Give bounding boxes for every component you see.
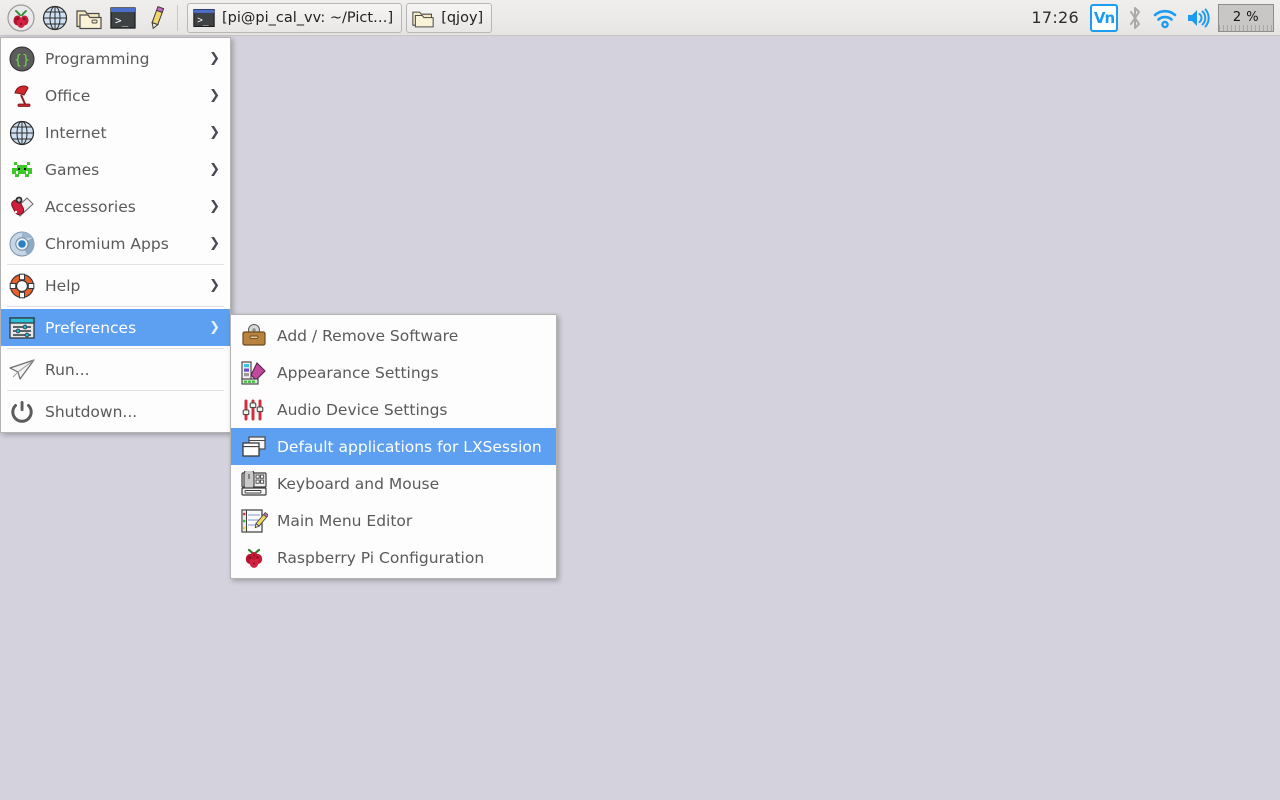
task-button-bar: >_ [pi@pi_cal_vv: ~/Pict…] [qjoy] bbox=[187, 3, 492, 33]
raspberry-icon bbox=[239, 543, 269, 573]
submenu-item-raspberry-pi-configuration[interactable]: Raspberry Pi Configuration bbox=[231, 539, 556, 576]
chevron-right-icon: ❯ bbox=[209, 278, 222, 293]
chevron-right-icon: ❯ bbox=[209, 199, 222, 214]
menu-item-label: Programming bbox=[45, 50, 149, 68]
menu-item-label: Office bbox=[45, 87, 90, 105]
submenu-item-label: Default applications for LXSession bbox=[277, 438, 542, 456]
menu-edit-icon bbox=[239, 506, 269, 536]
windows-icon bbox=[239, 432, 269, 462]
package-icon bbox=[239, 321, 269, 351]
task-button-label: [pi@pi_cal_vv: ~/Pict…] bbox=[222, 10, 393, 26]
svg-text:>_: >_ bbox=[115, 14, 129, 27]
menu-item-programming[interactable]: {} Programming ❯ bbox=[1, 40, 230, 77]
preferences-icon bbox=[7, 313, 37, 343]
vnc-icon[interactable]: Vn bbox=[1090, 4, 1118, 32]
main-menu: {} Programming ❯ Office ❯ Internet bbox=[0, 37, 231, 433]
menu-item-label: Games bbox=[45, 161, 99, 179]
menu-item-label: Internet bbox=[45, 124, 107, 142]
chromium-icon bbox=[7, 229, 37, 259]
invader-icon bbox=[7, 155, 37, 185]
text-editor-launcher[interactable] bbox=[140, 1, 174, 35]
chevron-right-icon: ❯ bbox=[209, 236, 222, 251]
raspberry-icon bbox=[6, 3, 36, 33]
menu-item-help[interactable]: Help ❯ bbox=[1, 267, 230, 304]
submenu-item-label: Add / Remove Software bbox=[277, 327, 458, 345]
menu-item-label: Shutdown... bbox=[45, 403, 137, 421]
task-button-terminal[interactable]: >_ [pi@pi_cal_vv: ~/Pict…] bbox=[187, 3, 402, 33]
web-browser-launcher[interactable] bbox=[38, 1, 72, 35]
lifebuoy-icon bbox=[7, 271, 37, 301]
menu-item-run[interactable]: Run... bbox=[1, 351, 230, 388]
braces-icon: {} bbox=[7, 44, 37, 74]
clock[interactable]: 17:26 bbox=[1027, 8, 1083, 27]
menu-item-chromium-apps[interactable]: Chromium Apps ❯ bbox=[1, 225, 230, 262]
taskbar: >_ >_ [pi@pi_cal_vv: ~/Pict…] bbox=[0, 0, 1280, 36]
folder-icon bbox=[75, 5, 103, 31]
terminal-launcher[interactable]: >_ bbox=[106, 1, 140, 35]
svg-text:{}: {} bbox=[14, 53, 30, 68]
wifi-icon[interactable] bbox=[1152, 5, 1178, 31]
chevron-right-icon: ❯ bbox=[209, 51, 222, 66]
volume-icon[interactable] bbox=[1185, 6, 1211, 30]
chevron-right-icon: ❯ bbox=[209, 125, 222, 140]
lamp-icon bbox=[7, 81, 37, 111]
terminal-icon: >_ bbox=[109, 5, 137, 31]
sliders-icon bbox=[239, 395, 269, 425]
submenu-item-main-menu-editor[interactable]: Main Menu Editor bbox=[231, 502, 556, 539]
menu-item-label: Chromium Apps bbox=[45, 235, 169, 253]
menu-item-label: Run... bbox=[45, 361, 90, 379]
menu-item-office[interactable]: Office ❯ bbox=[1, 77, 230, 114]
menu-item-games[interactable]: Games ❯ bbox=[1, 151, 230, 188]
svg-text:>_: >_ bbox=[197, 15, 209, 26]
cpu-meter[interactable]: 2 % bbox=[1218, 4, 1274, 32]
appearance-icon bbox=[239, 358, 269, 388]
menu-item-label: Preferences bbox=[45, 319, 136, 337]
launcher-bar: >_ bbox=[0, 0, 181, 36]
submenu-item-default-applications[interactable]: Default applications for LXSession bbox=[231, 428, 556, 465]
vnc-badge: Vn bbox=[1090, 4, 1118, 32]
menu-separator bbox=[7, 306, 224, 307]
globe-icon bbox=[42, 5, 68, 31]
mouse-icon bbox=[239, 469, 269, 499]
submenu-item-add-remove-software[interactable]: Add / Remove Software bbox=[231, 317, 556, 354]
run-icon bbox=[7, 355, 37, 385]
task-button-label: [qjoy] bbox=[441, 10, 483, 26]
preferences-submenu: Add / Remove Software Appearance Setting… bbox=[230, 314, 557, 579]
menu-item-label: Help bbox=[45, 277, 80, 295]
menu-item-accessories[interactable]: Accessories ❯ bbox=[1, 188, 230, 225]
bluetooth-icon[interactable] bbox=[1125, 5, 1145, 31]
folder-icon bbox=[411, 7, 435, 29]
submenu-item-label: Audio Device Settings bbox=[277, 401, 448, 419]
power-icon bbox=[7, 397, 37, 427]
menu-button[interactable] bbox=[4, 1, 38, 35]
cpu-meter-label: 2 % bbox=[1233, 10, 1259, 25]
submenu-item-label: Raspberry Pi Configuration bbox=[277, 549, 484, 567]
pencil-icon bbox=[144, 5, 170, 31]
submenu-item-label: Appearance Settings bbox=[277, 364, 439, 382]
cpu-graph bbox=[1219, 25, 1273, 31]
menu-separator bbox=[7, 264, 224, 265]
menu-item-internet[interactable]: Internet ❯ bbox=[1, 114, 230, 151]
menu-item-preferences[interactable]: Preferences ❯ bbox=[1, 309, 230, 346]
task-button-file-manager[interactable]: [qjoy] bbox=[406, 3, 492, 33]
terminal-icon: >_ bbox=[192, 7, 216, 29]
globe-icon bbox=[7, 118, 37, 148]
submenu-item-audio-device-settings[interactable]: Audio Device Settings bbox=[231, 391, 556, 428]
submenu-item-keyboard-and-mouse[interactable]: Keyboard and Mouse bbox=[231, 465, 556, 502]
toolbar-separator bbox=[177, 5, 178, 31]
submenu-item-appearance-settings[interactable]: Appearance Settings bbox=[231, 354, 556, 391]
system-tray: 17:26 Vn 2 % bbox=[1027, 0, 1280, 36]
menu-item-shutdown[interactable]: Shutdown... bbox=[1, 393, 230, 430]
file-manager-launcher[interactable] bbox=[72, 1, 106, 35]
submenu-item-label: Keyboard and Mouse bbox=[277, 475, 439, 493]
knife-icon bbox=[7, 192, 37, 222]
chevron-right-icon: ❯ bbox=[209, 320, 222, 335]
menu-separator bbox=[7, 348, 224, 349]
chevron-right-icon: ❯ bbox=[209, 162, 222, 177]
submenu-item-label: Main Menu Editor bbox=[277, 512, 412, 530]
menu-separator bbox=[7, 390, 224, 391]
chevron-right-icon: ❯ bbox=[209, 88, 222, 103]
menu-item-label: Accessories bbox=[45, 198, 136, 216]
